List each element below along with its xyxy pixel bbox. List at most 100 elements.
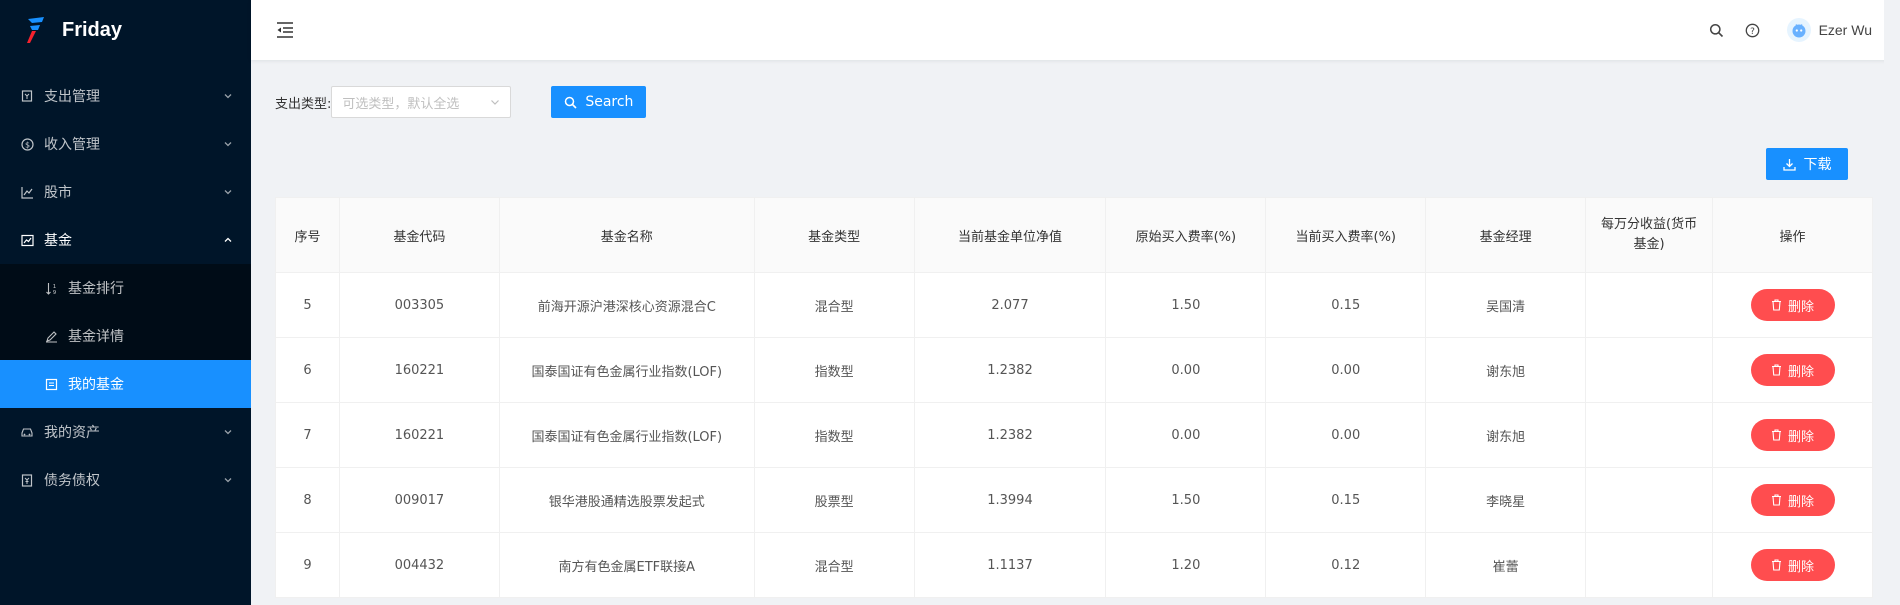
cell-code: 009017 — [338, 467, 500, 533]
expense-type-select[interactable]: 可选类型，默认全选 — [331, 86, 512, 118]
table-row: 5 003305 前海开源沪港深核心资源混合C 混合型 2.077 1.50 0… — [275, 272, 1873, 338]
cell-name: 南方有色金属ETF联接A — [498, 532, 755, 598]
column-header: 序号 — [275, 197, 340, 273]
cell-yield — [1585, 402, 1713, 468]
column-header: 原始买入费率(%) — [1105, 197, 1267, 273]
column-header: 基金类型 — [753, 197, 915, 273]
logo-icon — [27, 17, 44, 43]
dollar-circle-icon: $ — [20, 137, 34, 151]
cell-nav: 2.077 — [913, 272, 1107, 338]
delete-button[interactable]: 删除 — [1750, 484, 1835, 516]
cell-index: 6 — [275, 337, 340, 403]
column-header: 基金经理 — [1425, 197, 1587, 273]
menu-fold-icon[interactable] — [275, 21, 295, 39]
cell-code: 160221 — [338, 337, 500, 403]
chevron-down-icon — [224, 190, 232, 195]
sidebar-item-fund[interactable]: 基金 — [0, 216, 251, 264]
delete-label: 删除 — [1787, 559, 1814, 575]
search-icon[interactable] — [1709, 22, 1725, 38]
svg-text:$: $ — [24, 140, 29, 149]
sidebar-item-label: 我的基金 — [68, 377, 124, 393]
line-chart-icon — [20, 185, 34, 199]
svg-text:9: 9 — [52, 290, 56, 295]
delete-button[interactable]: 删除 — [1750, 419, 1835, 451]
sidebar-item-assets[interactable]: 我的资产 — [0, 408, 251, 456]
cell-actions: 删除 — [1712, 467, 1873, 533]
column-header: 基金代码 — [338, 197, 500, 273]
cell-cur-fee: 0.15 — [1265, 272, 1427, 338]
download-button[interactable]: 下载 — [1766, 148, 1848, 180]
page-scrollbar[interactable] — [1884, 0, 1900, 605]
cell-orig-fee: 0.00 — [1105, 402, 1267, 468]
trash-icon — [1771, 299, 1781, 311]
search-button[interactable]: Search — [551, 86, 647, 118]
table-row: 6 160221 国泰国证有色金属行业指数(LOF) 指数型 1.2382 0.… — [275, 337, 1873, 403]
cell-type: 指数型 — [753, 402, 915, 468]
cell-cur-fee: 0.12 — [1265, 532, 1427, 598]
car-icon — [20, 425, 34, 439]
column-header: 当前基金单位净值 — [913, 197, 1107, 273]
cell-name: 国泰国证有色金属行业指数(LOF) — [498, 402, 755, 468]
user-name[interactable]: Ezer Wu — [1819, 22, 1872, 38]
logo[interactable]: Friday — [0, 0, 251, 60]
avatar[interactable] — [1786, 18, 1811, 42]
delete-label: 删除 — [1787, 299, 1814, 315]
cell-actions: 删除 — [1712, 337, 1873, 403]
cell-manager: 崔蕾 — [1425, 532, 1587, 598]
main-content: 支出类型: 可选类型，默认全选 Search 下载 序号 基金代码 基金名称 基… — [251, 60, 1884, 605]
trash-icon — [1771, 429, 1781, 441]
cell-manager: 吴国清 — [1425, 272, 1587, 338]
sidebar-item-fund-detail[interactable]: 基金详情 — [0, 312, 251, 360]
cell-orig-fee: 1.50 — [1105, 467, 1267, 533]
sidebar: Friday 支出管理 $ 收入管理 股市 基金 1 9 基金排行 基金详情 我… — [0, 0, 251, 605]
delete-button[interactable]: 删除 — [1750, 354, 1835, 386]
cell-yield — [1585, 272, 1713, 338]
chevron-down-icon — [491, 100, 500, 105]
sidebar-item-label: 收入管理 — [44, 137, 100, 153]
cell-actions: 删除 — [1712, 402, 1873, 468]
header-actions: ? Ezer Wu — [1689, 18, 1900, 42]
delete-label: 删除 — [1787, 429, 1814, 445]
download-button-label: 下载 — [1803, 157, 1832, 173]
table-row: 9 004432 南方有色金属ETF联接A 混合型 1.1137 1.20 0.… — [275, 532, 1873, 598]
receipt-icon — [20, 89, 34, 103]
sidebar-item-label: 基金 — [44, 233, 72, 249]
cell-yield — [1585, 532, 1713, 598]
cell-index: 9 — [275, 532, 340, 598]
cell-yield — [1585, 467, 1713, 533]
sidebar-item-expense[interactable]: 支出管理 — [0, 72, 251, 120]
cell-manager: 李晓星 — [1425, 467, 1587, 533]
table-header-row: 序号 基金代码 基金名称 基金类型 当前基金单位净值 原始买入费率(%) 当前买… — [275, 197, 1873, 273]
cell-type: 混合型 — [753, 532, 915, 598]
fund-submenu: 19 基金排行 基金详情 我的基金 — [0, 264, 251, 408]
sidebar-item-label: 支出管理 — [44, 89, 100, 105]
column-header: 操作 — [1712, 197, 1873, 273]
column-header: 基金名称 — [498, 197, 755, 273]
delete-button[interactable]: 删除 — [1750, 289, 1835, 321]
cell-code: 160221 — [338, 402, 500, 468]
svg-text:?: ? — [1750, 27, 1755, 37]
chevron-down-icon — [224, 478, 232, 483]
top-header: ? Ezer Wu — [251, 0, 1900, 60]
download-icon — [1782, 158, 1796, 171]
sidebar-item-debt[interactable]: 债务债权 — [0, 456, 251, 504]
sidebar-item-fund-ranking[interactable]: 19 基金排行 — [0, 264, 251, 312]
select-placeholder: 可选类型，默认全选 — [342, 96, 460, 112]
cell-orig-fee: 0.00 — [1105, 337, 1267, 403]
sidebar-item-income[interactable]: $ 收入管理 — [0, 120, 251, 168]
cell-nav: 1.3994 — [913, 467, 1107, 533]
cell-yield — [1585, 337, 1713, 403]
sidebar-item-label: 债务债权 — [44, 473, 100, 489]
cell-nav: 1.1137 — [913, 532, 1107, 598]
table-row: 8 009017 银华港股通精选股票发起式 股票型 1.3994 1.50 0.… — [275, 467, 1873, 533]
account-book-icon — [20, 473, 34, 487]
cell-code: 004432 — [338, 532, 500, 598]
fund-chart-icon — [20, 233, 34, 247]
sidebar-item-my-fund[interactable]: 我的基金 — [0, 360, 251, 408]
sidebar-item-stock[interactable]: 股市 — [0, 168, 251, 216]
sidebar-item-label: 股市 — [44, 185, 72, 201]
sidebar-item-label: 基金排行 — [68, 281, 124, 297]
delete-button[interactable]: 删除 — [1750, 549, 1835, 581]
cell-type: 指数型 — [753, 337, 915, 403]
help-icon[interactable]: ? — [1745, 22, 1761, 38]
